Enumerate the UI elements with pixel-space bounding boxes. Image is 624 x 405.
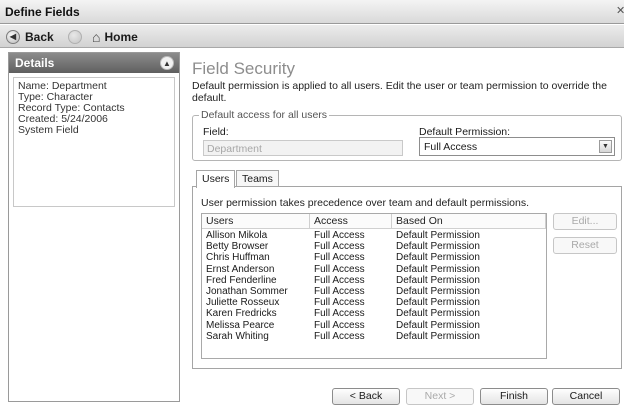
- field-name-input: Department: [203, 140, 403, 156]
- user-name-cell: Karen Fredricks: [206, 308, 277, 320]
- back-nav-label: Back: [25, 29, 54, 44]
- based-on-cell: Default Permission: [396, 308, 480, 320]
- based-on-cell: Default Permission: [396, 241, 480, 253]
- details-panel: Details ▲ Name: Department Type: Charact…: [8, 52, 180, 402]
- table-row[interactable]: Allison Mikola Full Access Default Permiss…: [202, 230, 546, 241]
- user-name-cell: Betty Browser: [206, 241, 269, 253]
- column-header-based-on[interactable]: Based On: [392, 214, 546, 228]
- forward-nav-button[interactable]: ▶: [68, 28, 87, 45]
- title-bar: Define Fields ✕: [0, 0, 624, 24]
- cancel-button[interactable]: Cancel: [552, 388, 620, 405]
- column-header-access[interactable]: Access: [310, 214, 392, 228]
- group-legend: Default access for all users: [199, 109, 330, 121]
- user-name-cell: Chris Huffman: [206, 252, 270, 264]
- collapse-icon[interactable]: ▲: [160, 56, 174, 70]
- forward-arrow-icon: ▶: [68, 29, 82, 44]
- window-title: Define Fields: [5, 5, 80, 19]
- tab-users[interactable]: Users: [196, 170, 236, 188]
- table-row[interactable]: Karen Fredricks Full Access Default Permis…: [202, 308, 546, 319]
- table-row[interactable]: Betty Browser Full Access Default Permissi…: [202, 241, 546, 252]
- details-title: Details: [15, 56, 55, 70]
- user-name-cell: Juliette Rosseux: [206, 297, 280, 309]
- home-icon: ⌂: [92, 28, 101, 45]
- based-on-cell: Default Permission: [396, 297, 480, 309]
- details-body: Name: Department Type: Character Record …: [13, 77, 175, 207]
- home-nav-button[interactable]: ⌂ Home: [92, 28, 138, 45]
- precedence-note: User permission takes precedence over te…: [201, 197, 529, 209]
- detail-line: System Field: [18, 124, 79, 136]
- table-row[interactable]: Ernst Anderson Full Access Default Permiss…: [202, 264, 546, 275]
- access-cell: Full Access: [314, 230, 365, 241]
- chevron-down-icon[interactable]: ▼: [599, 140, 612, 153]
- nav-bar: ◀ Back ▶ ⌂ Home: [0, 25, 624, 48]
- based-on-cell: Default Permission: [396, 285, 480, 297]
- access-cell: Full Access: [314, 330, 365, 342]
- table-row[interactable]: Fred Fenderline Full Access Default Permis…: [202, 275, 546, 286]
- access-cell: Full Access: [314, 274, 365, 286]
- table-row[interactable]: Jonathan Sommer Full Access Default Permis…: [202, 286, 546, 297]
- next-button[interactable]: Next >: [406, 388, 474, 405]
- user-name-cell: Allison Mikola: [206, 230, 268, 241]
- finish-button[interactable]: Finish: [480, 388, 548, 405]
- default-permission-select[interactable]: Full Access ▼: [419, 137, 615, 156]
- user-name-cell: Sarah Whiting: [206, 330, 269, 342]
- user-name-cell: Fred Fenderline: [206, 274, 277, 286]
- list-header: Users Access Based On: [202, 214, 546, 229]
- back-arrow-icon: ◀: [6, 29, 20, 44]
- based-on-cell: Default Permission: [396, 330, 480, 342]
- access-cell: Full Access: [314, 319, 365, 331]
- access-cell: Full Access: [314, 252, 365, 264]
- table-row[interactable]: Chris Huffman Full Access Default Permissi…: [202, 252, 546, 263]
- intro-text: Default permission is applied to all use…: [192, 80, 607, 104]
- edit-button[interactable]: Edit...: [553, 213, 617, 230]
- back-nav-button[interactable]: ◀ Back: [6, 28, 54, 45]
- details-header: Details ▲: [9, 53, 179, 73]
- users-tab-panel: User permission takes precedence over te…: [192, 186, 622, 369]
- close-icon[interactable]: ✕: [616, 4, 624, 18]
- back-button[interactable]: < Back: [332, 388, 400, 405]
- based-on-cell: Default Permission: [396, 319, 480, 331]
- home-nav-label: Home: [104, 29, 138, 44]
- column-header-users[interactable]: Users: [202, 214, 310, 228]
- table-row[interactable]: Juliette Rosseux Full Access Default Permi…: [202, 297, 546, 308]
- table-row[interactable]: Sarah Whiting Full Access Default Permissi…: [202, 331, 546, 342]
- based-on-cell: Default Permission: [396, 274, 480, 286]
- user-permission-list[interactable]: Users Access Based On Allison Mikola Full…: [201, 213, 547, 359]
- user-name-cell: Jonathan Sommer: [206, 285, 288, 297]
- based-on-cell: Default Permission: [396, 263, 480, 275]
- access-cell: Full Access: [314, 285, 365, 297]
- user-name-cell: Ernst Anderson: [206, 263, 275, 275]
- table-row[interactable]: Melissa Pearce Full Access Default Permiss…: [202, 320, 546, 331]
- default-access-group: Default access for all users Field: Defa…: [192, 109, 622, 161]
- access-cell: Full Access: [314, 308, 365, 320]
- based-on-cell: Default Permission: [396, 252, 480, 264]
- based-on-cell: Default Permission: [396, 230, 480, 241]
- reset-button[interactable]: Reset: [553, 237, 617, 254]
- access-cell: Full Access: [314, 297, 365, 309]
- access-cell: Full Access: [314, 241, 365, 253]
- access-cell: Full Access: [314, 263, 365, 275]
- default-permission-value: Full Access: [424, 141, 478, 153]
- page-title: Field Security: [192, 59, 295, 78]
- tab-teams[interactable]: Teams: [236, 170, 279, 187]
- field-label: Field:: [203, 126, 229, 138]
- user-name-cell: Melissa Pearce: [206, 319, 275, 331]
